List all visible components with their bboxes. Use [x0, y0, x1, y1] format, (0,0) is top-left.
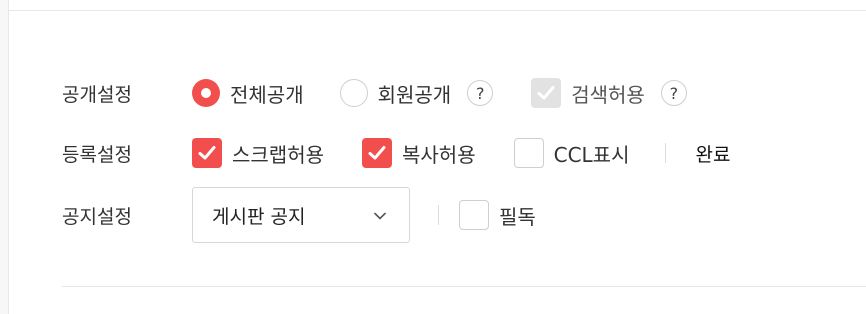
check-icon — [192, 138, 222, 168]
radio-public-all[interactable]: 전체공개 — [192, 79, 304, 108]
checkbox-empty-icon — [513, 138, 544, 168]
bottom-divider — [62, 286, 866, 287]
help-icon[interactable]: ? — [660, 80, 687, 106]
vertical-divider — [438, 205, 439, 225]
notice-label: 공지설정 — [62, 205, 132, 228]
checkbox-ccl-display-label: CCL표시 — [553, 142, 630, 167]
checkbox-copy-allow-label: 복사허용 — [402, 142, 476, 167]
checkbox-disabled-check-icon — [531, 78, 562, 108]
notice-type-select-value: 게시판 공지 — [212, 205, 306, 228]
done-button[interactable]: 완료 — [695, 140, 730, 167]
radio-members-only-label: 회원공개 — [377, 82, 452, 107]
visibility-label: 공개설정 — [62, 83, 132, 106]
top-divider — [8, 10, 866, 11]
check-icon — [362, 138, 392, 168]
help-icon[interactable]: ? — [467, 80, 494, 106]
visibility-row: 공개설정 전체공개 회원공개 ? 검색허용 ? — [62, 73, 687, 113]
notice-row: 공지설정 게시판 공지 필독 — [62, 187, 536, 243]
registration-label: 등록설정 — [62, 143, 132, 166]
checkbox-must-read-label: 필독 — [499, 204, 536, 229]
checkbox-ccl-display[interactable]: CCL표시 — [513, 138, 630, 168]
radio-unselected-icon — [339, 79, 368, 107]
checkbox-empty-icon — [459, 200, 489, 230]
notice-type-select[interactable]: 게시판 공지 — [192, 187, 410, 243]
registration-row: 등록설정 스크랩허용 복사허용 CCL표시 완료 — [62, 133, 730, 173]
radio-public-all-label: 전체공개 — [230, 82, 304, 107]
radio-members-only[interactable]: 회원공개 — [339, 79, 452, 108]
radio-selected-icon — [192, 79, 220, 107]
checkbox-scrap-allow-label: 스크랩허용 — [232, 142, 324, 167]
vertical-divider — [665, 143, 667, 163]
checkbox-search-allow[interactable]: 검색허용 — [531, 78, 645, 108]
checkbox-scrap-allow[interactable]: 스크랩허용 — [192, 138, 324, 168]
chevron-down-icon — [373, 206, 387, 225]
checkbox-must-read[interactable]: 필독 — [459, 200, 536, 230]
checkbox-copy-allow[interactable]: 복사허용 — [362, 138, 476, 168]
checkbox-search-allow-label: 검색허용 — [571, 82, 645, 107]
